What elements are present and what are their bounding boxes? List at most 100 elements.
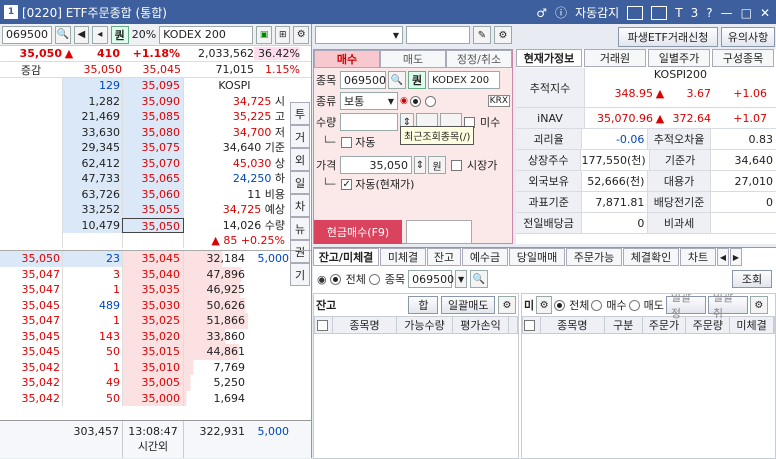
radio-all-orders[interactable]	[554, 299, 566, 311]
sum-button[interactable]: 합	[408, 296, 439, 314]
after-hours-label[interactable]: 시간외	[123, 438, 183, 454]
notice-button[interactable]: 유의사항	[721, 27, 775, 47]
select-all-checkbox[interactable]	[316, 319, 328, 331]
maximize-icon[interactable]: □	[741, 6, 752, 20]
bulk-sell-button[interactable]: 일괄매도	[441, 296, 496, 314]
bulk-modify-button[interactable]: 일괄정	[665, 294, 706, 320]
bid-qty[interactable]: 7,769	[184, 359, 248, 375]
tab-balance-unfilled[interactable]: 잔고/미체결	[313, 248, 379, 266]
favorite-button[interactable]: 퀀	[110, 25, 129, 44]
settings-icon[interactable]: ⚙	[536, 296, 553, 314]
order-extra-input[interactable]	[406, 220, 472, 244]
ask-price[interactable]: 35,060	[122, 186, 184, 202]
bid-price[interactable]: 35,020	[122, 328, 184, 344]
ask-qty[interactable]: 29,345	[62, 140, 122, 156]
tab-daily[interactable]: 일별주가	[648, 49, 710, 67]
bid-price[interactable]: 35,010	[122, 359, 184, 375]
link-icon[interactable]: ♂	[536, 6, 547, 20]
ask-qty[interactable]: 63,726	[62, 186, 122, 202]
bid-qty[interactable]: 51,866	[184, 313, 248, 329]
side-button-daily[interactable]: 일	[290, 171, 310, 194]
derivatives-etf-button[interactable]: 파생ETF거래신청	[618, 27, 718, 47]
help-icon[interactable]: ⓘ	[555, 4, 567, 21]
tab-buy[interactable]: 매수	[314, 50, 380, 68]
col-name[interactable]: 종목명	[541, 317, 605, 333]
won-button[interactable]: 원	[428, 156, 446, 174]
bid-qty[interactable]: 32,184	[184, 251, 248, 267]
auto-detect-label[interactable]: 자동감지	[575, 4, 619, 21]
new-window-icon[interactable]	[627, 5, 644, 20]
price-spin-icon[interactable]: ⇕	[414, 156, 426, 174]
bid-qty[interactable]: 46,925	[184, 282, 248, 298]
tab-unfilled[interactable]: 미체결	[380, 248, 426, 266]
search-icon[interactable]: 🔍	[470, 270, 489, 288]
tab-deposit[interactable]: 예수금	[462, 248, 508, 266]
side-button-invest[interactable]: 투	[290, 102, 310, 125]
tab-scroll-right-icon[interactable]: ▶	[730, 248, 742, 266]
bid-price[interactable]: 35,000	[122, 390, 184, 406]
ask-price[interactable]: 35,050	[122, 217, 184, 233]
nav-icon[interactable]: ◂	[92, 25, 108, 44]
ask-qty[interactable]: 129	[62, 78, 122, 94]
side-button-foreign[interactable]: 외	[290, 148, 310, 171]
password-input[interactable]	[406, 26, 470, 44]
inquiry-button[interactable]: 조회	[732, 270, 772, 288]
side-button-trade[interactable]: 거	[290, 125, 310, 148]
sound-icon[interactable]: ◀	[73, 25, 90, 44]
bid-price[interactable]: 35,040	[122, 266, 184, 282]
settings-icon[interactable]: ⚙	[293, 25, 310, 44]
ask-price[interactable]: 35,085	[122, 109, 184, 125]
radio-all[interactable]	[329, 273, 341, 285]
col-name[interactable]: 종목명	[333, 317, 397, 333]
col-pnl[interactable]: 평가손익	[453, 317, 509, 333]
settings-icon[interactable]: ⚙	[494, 26, 512, 44]
radio-loan[interactable]	[424, 95, 436, 107]
tab-price-info[interactable]: 현재가정보	[516, 49, 582, 67]
tab-orderable[interactable]: 주문가능	[566, 248, 622, 266]
order-price-input[interactable]: 35,050	[340, 156, 412, 174]
bid-price[interactable]: 35,045	[122, 251, 184, 267]
dropdown-icon[interactable]: ▼	[455, 270, 468, 288]
bid-qty[interactable]: 1,694	[184, 390, 248, 406]
link-icon[interactable]: ⊞	[274, 25, 291, 44]
ask-price[interactable]: 35,070	[122, 155, 184, 171]
ask-qty[interactable]: 10,479	[62, 217, 122, 233]
ask-price[interactable]: 35,055	[122, 202, 184, 218]
bid-qty[interactable]: 50,626	[184, 297, 248, 313]
ask-price[interactable]: 35,065	[122, 171, 184, 187]
ask-qty[interactable]: 47,733	[62, 171, 122, 187]
font-icon[interactable]: T	[675, 6, 682, 20]
expand-icon[interactable]: ▣	[256, 25, 272, 44]
bid-price[interactable]: 35,005	[122, 375, 184, 391]
bid-qty[interactable]: 5,250	[184, 375, 248, 391]
ask-price[interactable]: 35,090	[122, 93, 184, 109]
search-icon[interactable]: 🔍	[388, 71, 406, 89]
ask-price[interactable]: 35,075	[122, 140, 184, 156]
restore-icon[interactable]	[651, 5, 668, 20]
tab-components[interactable]: 구성종목	[712, 49, 774, 67]
account-select[interactable]: ▼	[315, 26, 403, 44]
bid-qty[interactable]: 44,861	[184, 344, 248, 360]
ask-price[interactable]: 35,095	[122, 78, 184, 94]
ask-qty[interactable]: 1,282	[62, 93, 122, 109]
settings-icon[interactable]: ⚙	[498, 296, 516, 314]
tab-balance[interactable]: 잔고	[427, 248, 461, 266]
balance-code-input[interactable]: 069500	[408, 270, 454, 288]
bid-price[interactable]: 35,025	[122, 313, 184, 329]
bid-qty[interactable]: 47,896	[184, 266, 248, 282]
radio-credit[interactable]	[409, 95, 421, 107]
side-button-chart[interactable]: 차	[290, 194, 310, 217]
col-type[interactable]: 구분	[605, 317, 643, 333]
edit-icon[interactable]: ✎	[473, 26, 491, 44]
radio-item[interactable]	[368, 273, 380, 285]
bid-price[interactable]: 35,015	[122, 344, 184, 360]
order-qty-input[interactable]	[340, 113, 398, 131]
tab-broker[interactable]: 거래원	[584, 49, 646, 67]
tab-modify[interactable]: 정정/취소	[446, 50, 512, 68]
order-code-input[interactable]: 069500	[340, 71, 386, 89]
col-unfilled[interactable]: 미체결	[730, 317, 775, 333]
favorite-button[interactable]: 퀀	[408, 71, 427, 89]
ask-qty[interactable]: 21,469	[62, 109, 122, 125]
tab-scroll-left-icon[interactable]: ◀	[717, 248, 729, 266]
col-available-qty[interactable]: 가능수량	[397, 317, 453, 333]
